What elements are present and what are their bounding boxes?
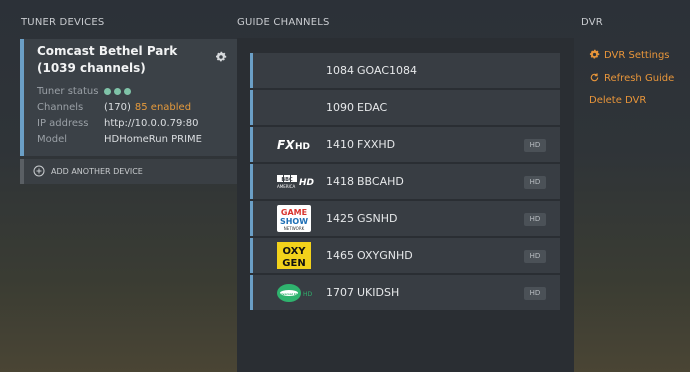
ip-address-value: http://10.0.0.79:80 — [104, 118, 199, 129]
channels-enabled-link[interactable]: 85 enabled — [135, 102, 191, 113]
oxygen-logo: OXY GEN — [277, 242, 311, 269]
channel-row[interactable]: 1090 EDAC — [250, 90, 560, 125]
channels-label: Channels — [37, 102, 84, 113]
fxx-logo-hd: HD — [295, 142, 310, 152]
channel-row[interactable]: FX HD 1410 FXXHD HD — [250, 127, 560, 162]
channel-number: 1707 — [326, 286, 354, 299]
channel-number: 1410 — [326, 138, 354, 151]
add-device-button[interactable]: ADD ANOTHER DEVICE — [20, 159, 237, 184]
add-device-label: ADD ANOTHER DEVICE — [51, 167, 143, 176]
gear-icon[interactable] — [215, 51, 227, 63]
hd-badge: HD — [524, 139, 546, 152]
channels-value: (170) 85 enabled — [104, 102, 191, 113]
channel-number: 1090 — [326, 101, 354, 114]
refresh-guide-label: Refresh Guide — [604, 73, 675, 84]
tuner-status-dot — [124, 87, 131, 95]
bbc-logo-hd: HD — [299, 178, 315, 188]
tuner-status-label: Tuner status — [37, 86, 99, 97]
channel-name: FXXHD — [357, 138, 396, 151]
bbc-america-hd-logo: BBC AMERICA HD — [277, 175, 315, 189]
bbc-logo-sub: AMERICA — [277, 184, 295, 189]
gsn-logo-text-1: GAME — [281, 208, 307, 217]
ukids-logo-text: universal kids — [277, 292, 301, 296]
channel-row[interactable]: GAME SHOW NETWORK 1425 GSNHD HD — [250, 201, 560, 236]
guide-channels-panel: 1084 GOAC1084 1090 EDAC FX HD 1410 FXXHD… — [237, 38, 574, 372]
dvr-heading: DVR — [581, 17, 603, 28]
tuner-status-dot — [114, 87, 121, 95]
hd-badge: HD — [524, 176, 546, 189]
tuner-devices-heading: TUNER DEVICES — [21, 17, 105, 28]
delete-dvr-link[interactable]: Delete DVR — [589, 95, 646, 106]
channel-name: GOAC1084 — [357, 64, 417, 77]
refresh-guide-link[interactable]: Refresh Guide — [589, 72, 674, 84]
plus-circle-icon — [33, 165, 45, 177]
tuner-device-card[interactable]: Comcast Bethel Park (1039 channels) Tune… — [20, 39, 237, 156]
channel-name: EDAC — [357, 101, 388, 114]
tuner-status-indicators — [104, 86, 134, 97]
universal-kids-hd-logo: universal kids HD — [277, 284, 313, 302]
channel-name: OXYGNHD — [357, 249, 413, 262]
channel-name: UKIDSH — [357, 286, 400, 299]
channel-name: GSNHD — [357, 212, 398, 225]
channel-number: 1084 — [326, 64, 354, 77]
dvr-settings-label: DVR Settings — [604, 50, 670, 61]
device-title: Comcast Bethel Park (1039 channels) — [37, 44, 178, 75]
guide-channels-heading: GUIDE CHANNELS — [237, 17, 330, 28]
game-show-network-logo: GAME SHOW NETWORK — [277, 205, 311, 232]
channel-row[interactable]: universal kids HD 1707 UKIDSH HD — [250, 275, 560, 310]
hd-badge: HD — [524, 250, 546, 263]
channel-number: 1425 — [326, 212, 354, 225]
channel-row[interactable]: 1084 GOAC1084 — [250, 53, 560, 88]
ip-address-label: IP address — [37, 118, 89, 129]
dvr-settings-link[interactable]: DVR Settings — [589, 49, 670, 61]
channel-number: 1465 — [326, 249, 354, 262]
hd-badge: HD — [524, 287, 546, 300]
channel-number: 1418 — [326, 175, 354, 188]
hd-badge: HD — [524, 213, 546, 226]
gsn-logo-text-2: SHOW — [280, 217, 308, 226]
model-value: HDHomeRun PRIME — [104, 134, 202, 145]
bbc-logo-text: BBC — [281, 177, 293, 183]
oxygen-logo-text-2: GEN — [282, 258, 305, 269]
gsn-logo-text-3: NETWORK — [284, 226, 305, 231]
channel-row[interactable]: OXY GEN 1465 OXYGNHD HD — [250, 238, 560, 273]
channel-row[interactable]: BBC AMERICA HD 1418 BBCAHD HD — [250, 164, 560, 199]
fxx-logo-text: FX — [277, 138, 295, 152]
ukids-logo-hd: HD — [303, 291, 313, 298]
channels-count: (170) — [104, 102, 131, 113]
oxygen-logo-text-1: OXY — [282, 246, 306, 257]
tuner-status-dot — [104, 87, 111, 95]
model-label: Model — [37, 134, 68, 145]
refresh-icon — [590, 73, 599, 82]
gear-icon — [589, 49, 600, 59]
channel-name: BBCAHD — [357, 175, 404, 188]
fxx-hd-logo: FX HD — [277, 138, 310, 152]
